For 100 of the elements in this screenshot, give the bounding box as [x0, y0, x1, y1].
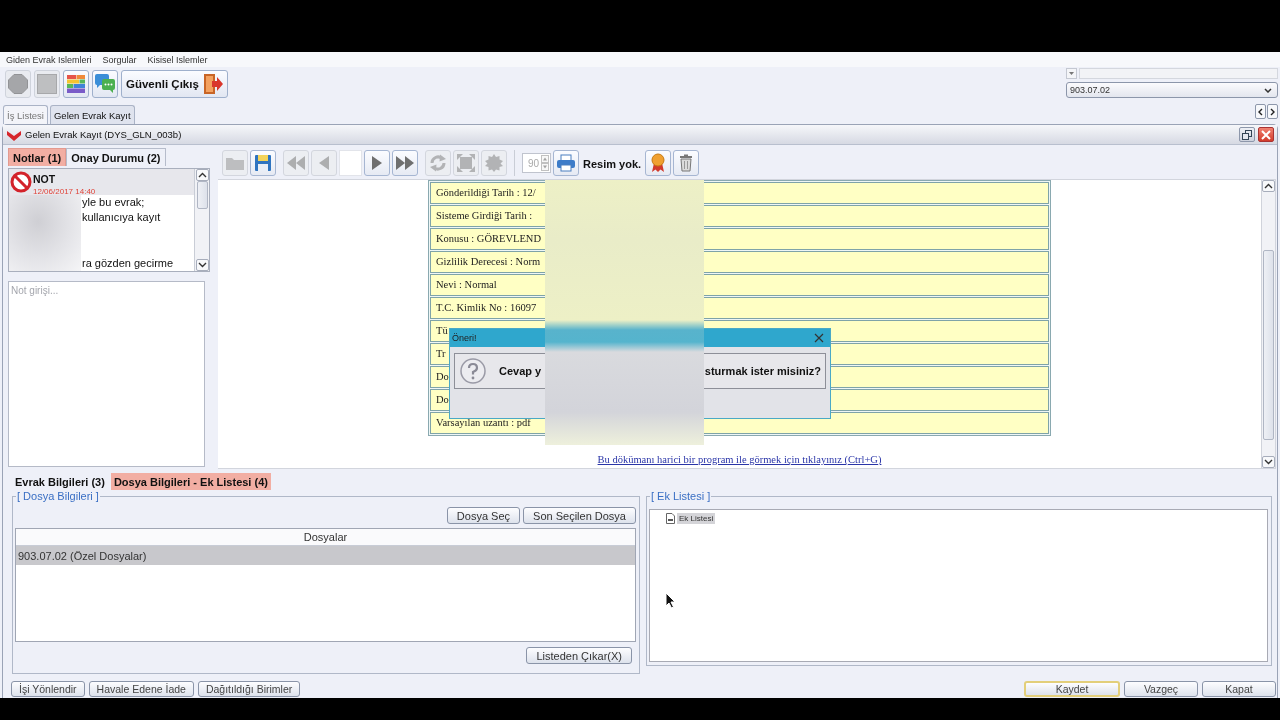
- spinner-arrows-icon: [541, 155, 549, 171]
- document-field: Gönderildiği Tarih : 12/: [436, 186, 536, 200]
- document-field: Tü: [436, 324, 448, 338]
- file-button[interactable]: Son Seçilen Dosya: [523, 507, 636, 524]
- chat-bubbles-icon: [94, 74, 116, 94]
- print-button[interactable]: [553, 150, 579, 176]
- vertical-scrollbar[interactable]: [194, 169, 209, 271]
- menu-item[interactable]: Giden Evrak Islemleri: [6, 54, 92, 65]
- group-title: [ Ek Listesi ]: [650, 490, 712, 503]
- tab[interactable]: Onay Durumu (2): [66, 148, 166, 166]
- tab[interactable]: Dosya Bilgileri - Ek Listesi (4): [110, 473, 271, 490]
- dropdown[interactable]: 903.07.02: [1066, 82, 1278, 98]
- caret-down-icon: [1069, 72, 1074, 75]
- ribbon-icon: [650, 153, 667, 173]
- remove-button[interactable]: Listeden Çıkar(X): [526, 647, 632, 664]
- action-button[interactable]: Dağıtıldığı Birimler: [197, 681, 301, 697]
- next-page-button[interactable]: [364, 150, 390, 176]
- exit-door-icon: [201, 73, 224, 95]
- question-icon: [459, 357, 487, 385]
- menu-item[interactable]: Kisisel Islemler: [147, 54, 208, 65]
- scroll-left-button[interactable]: [1255, 104, 1266, 119]
- document-field: Varsayılan uzantı : pdf: [436, 416, 531, 430]
- scroll-right-button[interactable]: [1267, 104, 1278, 119]
- restore-icon: [1242, 129, 1252, 140]
- save-button[interactable]: [250, 150, 276, 176]
- scrollbar-thumb[interactable]: [1263, 250, 1274, 440]
- note-date: 12/06/2017 14:40: [33, 187, 96, 196]
- no-entry-icon: [10, 171, 32, 193]
- square-icon: [37, 74, 57, 94]
- note-header[interactable]: NOT 12/06/2017 14:40: [9, 169, 194, 195]
- toolbar-button[interactable]: [63, 70, 89, 98]
- triangle-left-icon: [317, 155, 331, 171]
- last-page-button[interactable]: [392, 150, 418, 176]
- scroll-up-button[interactable]: [195, 169, 209, 181]
- message-text: Cevap y: [499, 365, 542, 377]
- arrow-down-icon: [197, 262, 207, 268]
- close-icon[interactable]: [814, 333, 824, 343]
- action-button[interactable]: Kapat: [1202, 681, 1276, 697]
- rotate-icon: [429, 154, 447, 172]
- action-button[interactable]: Havale Edene İade: [88, 681, 194, 697]
- tab[interactable]: Evrak Bilgileri (3): [12, 473, 108, 490]
- restore-button[interactable]: [1239, 127, 1255, 142]
- color-blocks-icon: [67, 75, 85, 93]
- image-status: Resim yok.: [583, 157, 642, 172]
- dialog-title: Öneri!: [452, 333, 477, 343]
- chevron-left-icon: [1258, 107, 1263, 116]
- triangle-right-icon: [370, 155, 384, 171]
- printer-icon: [556, 154, 576, 172]
- group-title: [ Dosya Bilgileri ]: [16, 490, 100, 503]
- arrow-up-icon: [1264, 183, 1273, 189]
- scrollbar-thumb[interactable]: [196, 181, 208, 209]
- delete-button[interactable]: [673, 150, 700, 176]
- file-button[interactable]: Dosya Seç: [446, 507, 521, 524]
- vertical-scrollbar[interactable]: [1261, 180, 1275, 468]
- table-cell[interactable]: 903.07.02 (Özel Dosyalar): [16, 546, 635, 565]
- octagon-icon: [8, 74, 28, 94]
- scroll-down-button[interactable]: [1262, 456, 1275, 468]
- dropdown-button[interactable]: [1066, 68, 1077, 79]
- page-field[interactable]: [339, 150, 362, 176]
- arrow-up-icon: [197, 172, 207, 178]
- column-header: Dosyalar: [16, 529, 635, 546]
- chevron-right-icon: [1270, 107, 1275, 116]
- action-button[interactable]: Kaydet: [1024, 681, 1120, 697]
- chevron-down-icon: [1264, 87, 1272, 93]
- trash-icon: [679, 154, 694, 172]
- note-input[interactable]: Not girişi...: [8, 281, 205, 467]
- double-triangle-right-icon: [394, 155, 416, 171]
- exit-button[interactable]: Güvenli Çıkış: [121, 70, 228, 98]
- input-field[interactable]: [1079, 68, 1278, 79]
- double-triangle-left-icon: [285, 155, 307, 171]
- tab[interactable]: Notlar (1): [8, 148, 67, 166]
- tree-item[interactable]: Ek Listesi: [677, 513, 716, 524]
- gear-icon: [485, 154, 503, 172]
- folder-icon: [225, 155, 245, 171]
- close-button[interactable]: [1258, 127, 1274, 142]
- document-field: Gizlilik Derecesi : Norm: [436, 255, 541, 269]
- action-button[interactable]: Vazgeç: [1124, 681, 1198, 697]
- note-text: kullanıcıya kayıt: [82, 210, 162, 225]
- logo-icon: [7, 128, 21, 141]
- document-icon: [666, 513, 675, 524]
- note-title: NOT: [33, 174, 57, 185]
- menu-item[interactable]: Sorgular: [102, 54, 137, 65]
- note-text: ra gözden gecirme: [82, 256, 175, 271]
- tab[interactable]: Gelen Evrak Kayıt: [49, 105, 135, 124]
- document-field: Nevi : Normal: [436, 278, 497, 292]
- document-field: Do: [436, 370, 449, 384]
- message-text: sturmak ister misiniz?: [704, 365, 821, 377]
- open-external-link[interactable]: Bu dökümanı harici bir program ile görmek için tıklayınız (Ctrl+G): [597, 453, 882, 467]
- scroll-down-button[interactable]: [195, 259, 209, 271]
- toolbar-button[interactable]: [92, 70, 118, 98]
- arrow-down-icon: [1264, 459, 1273, 465]
- tab[interactable]: İş Listesi: [3, 105, 48, 124]
- award-button[interactable]: [645, 150, 672, 176]
- document-field: T.C. Kimlik No : 16097: [436, 301, 537, 315]
- close-icon: [1261, 129, 1271, 140]
- document-field: Tr: [436, 347, 446, 361]
- action-button[interactable]: İşi Yönlendir: [11, 681, 85, 697]
- scroll-up-button[interactable]: [1262, 180, 1275, 192]
- document-field: Do: [436, 393, 449, 407]
- document-field: Konusu : GÖREVLEND: [436, 232, 541, 246]
